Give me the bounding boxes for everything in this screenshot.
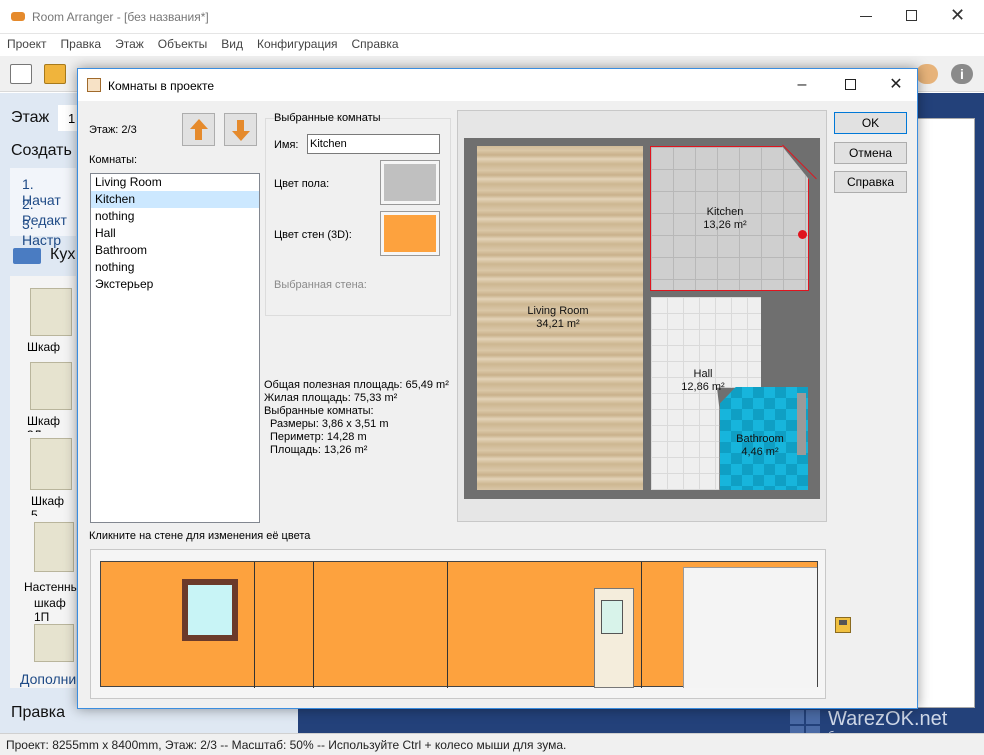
wall-color-label: Цвет стен (3D):	[274, 229, 352, 241]
room-bathroom-label: Bathroom 4,46 m²	[736, 433, 784, 458]
app-icon	[11, 12, 25, 21]
wall-view[interactable]	[90, 549, 826, 699]
menu-config[interactable]: Конфигурация	[250, 34, 345, 51]
wall-cabinet-label-2: шкаф 1П	[34, 596, 66, 624]
dialog-titlebar: Комнаты в проекте – ✕	[78, 69, 917, 101]
cabinet-front	[683, 567, 817, 688]
cabinet-5-icon	[30, 438, 72, 490]
wall-cabinet-icon	[34, 522, 74, 572]
room-living-label: Living Room 34,21 m²	[527, 305, 589, 330]
stats-block: Общая полезная площадь: 65,49 m² Жилая п…	[264, 379, 449, 457]
floor-label: Этаж	[11, 109, 50, 126]
dialog-minimize-button[interactable]: –	[792, 75, 812, 95]
window-icon	[182, 579, 238, 641]
hand-icon[interactable]	[916, 64, 938, 84]
category-label[interactable]: Кух	[50, 246, 75, 264]
open-folder-icon[interactable]	[44, 64, 66, 84]
list-item-selected[interactable]: Kitchen	[91, 191, 259, 208]
stat-size: Размеры: 3,86 x 3,51 m	[270, 418, 389, 430]
list-item[interactable]: Living Room	[91, 174, 259, 191]
floor-tab[interactable]: 1	[58, 105, 78, 131]
menu-project[interactable]: Проект	[0, 34, 54, 51]
help-button[interactable]: Справка	[834, 171, 907, 193]
room-kitchen-label: Kitchen 13,26 m²	[703, 206, 747, 231]
stat-total: Общая полезная площадь: 65,49 m²	[264, 379, 449, 391]
maximize-button[interactable]	[906, 10, 917, 21]
cabinet-3-icon	[30, 362, 72, 410]
minimize-button[interactable]	[860, 16, 872, 17]
menu-view[interactable]: Вид	[214, 34, 250, 51]
dialog-maximize-button[interactable]	[840, 75, 860, 95]
menu-edit[interactable]: Правка	[54, 34, 109, 51]
menu-help[interactable]: Справка	[345, 34, 406, 51]
dialog-close-button[interactable]: ✕	[886, 75, 906, 95]
arrow-up-icon	[189, 119, 208, 129]
shelf-item[interactable]	[10, 622, 74, 662]
ok-button[interactable]: OK	[834, 112, 907, 134]
status-bar: Проект: 8255mm x 8400mm, Этаж: 2/3 -- Ма…	[0, 733, 984, 755]
wall-color-swatch[interactable]	[380, 211, 440, 256]
furniture-list: Шкаф 1Л Шкаф 3Л Шкаф 5 Настенны шкаф 1П	[10, 276, 79, 688]
selected-wall-label: Выбранная стена:	[274, 279, 367, 291]
list-item[interactable]: nothing	[91, 208, 259, 225]
selected-rooms-title: Выбранные комнаты	[274, 112, 381, 124]
floor-color-label: Цвет пола:	[274, 178, 330, 190]
step-3-link[interactable]: 3. Настр	[22, 216, 76, 248]
wall-segment[interactable]	[641, 562, 642, 688]
floor-indicator: Этаж: 2/3	[89, 124, 137, 136]
more-link[interactable]: Дополни	[20, 671, 76, 687]
list-item[interactable]: nothing	[91, 259, 259, 276]
dialog-title: Комнаты в проекте	[108, 79, 215, 93]
cabinet-5-item[interactable]: Шкаф 5	[10, 432, 72, 522]
menu-floor[interactable]: Этаж	[108, 34, 151, 51]
cabinet-1-item[interactable]: Шкаф 1Л	[10, 282, 72, 368]
wall-cabinet-item[interactable]: Настенны шкаф 1П	[10, 516, 79, 624]
stat-perimeter: Периметр: 14,28 m	[270, 431, 367, 443]
name-input[interactable]	[307, 134, 440, 154]
main-titlebar: Room Arranger - [без названия*] ✕	[0, 0, 984, 34]
name-label: Имя:	[274, 139, 299, 151]
app-title: Room Arranger - [без названия*]	[32, 10, 209, 24]
move-down-button[interactable]	[224, 113, 257, 146]
stat-living: Жилая площадь: 75,33 m²	[264, 392, 398, 404]
rooms-list[interactable]: Living Room Kitchen nothing Hall Bathroo…	[90, 173, 260, 523]
wall-handle-icon[interactable]	[798, 230, 807, 239]
dialog-icon	[87, 78, 101, 92]
wall-strip	[100, 561, 818, 688]
close-button[interactable]: ✕	[950, 5, 965, 26]
wall-segment[interactable]	[447, 562, 448, 688]
cabinet-3-item[interactable]: Шкаф 3Л	[10, 356, 72, 442]
wall-segment[interactable]	[254, 562, 255, 688]
wall-segment[interactable]	[313, 562, 314, 688]
home-icon[interactable]	[13, 248, 41, 264]
menu-bar: Проект Правка Этаж Объекты Вид Конфигурация Сп…	[0, 34, 984, 56]
create-label: Создать	[11, 142, 72, 159]
steps-box: 1. Начат 2. Редакт 3. Настр	[10, 168, 76, 248]
edit-label: Правка	[11, 704, 66, 721]
door-icon	[594, 588, 634, 688]
info-icon[interactable]: i	[951, 64, 973, 84]
move-up-button[interactable]	[182, 113, 215, 146]
rooms-dialog: Комнаты в проекте – ✕ Этаж: 2/3 Комнаты:…	[77, 68, 918, 709]
shelf-icon	[34, 624, 74, 662]
stat-area: Площадь: 13,26 m²	[270, 444, 368, 456]
watermark-line1: WarezOK.net	[828, 708, 948, 730]
new-file-icon[interactable]	[10, 64, 32, 84]
cancel-button[interactable]: Отмена	[834, 142, 907, 164]
cabinet-1-icon	[30, 288, 72, 336]
wall-hint: Кликните на стене для изменения её цвета	[89, 530, 311, 542]
floor-canvas[interactable]	[915, 118, 975, 708]
rooms-label: Комнаты:	[89, 154, 138, 166]
list-item[interactable]: Экстерьер	[91, 276, 259, 293]
list-item[interactable]: Hall	[91, 225, 259, 242]
floor-color-swatch[interactable]	[380, 160, 440, 205]
menu-objects[interactable]: Объекты	[151, 34, 215, 51]
wall-cabinet-label-1: Настенны	[24, 580, 80, 594]
list-item[interactable]: Bathroom	[91, 242, 259, 259]
save-wall-icon[interactable]	[835, 617, 851, 633]
stat-selected: Выбранные комнаты:	[264, 405, 374, 417]
floor-plan[interactable]: Living Room 34,21 m² Kitchen 13,26 m² Hall…	[457, 110, 827, 522]
arrow-down-icon	[231, 131, 250, 141]
